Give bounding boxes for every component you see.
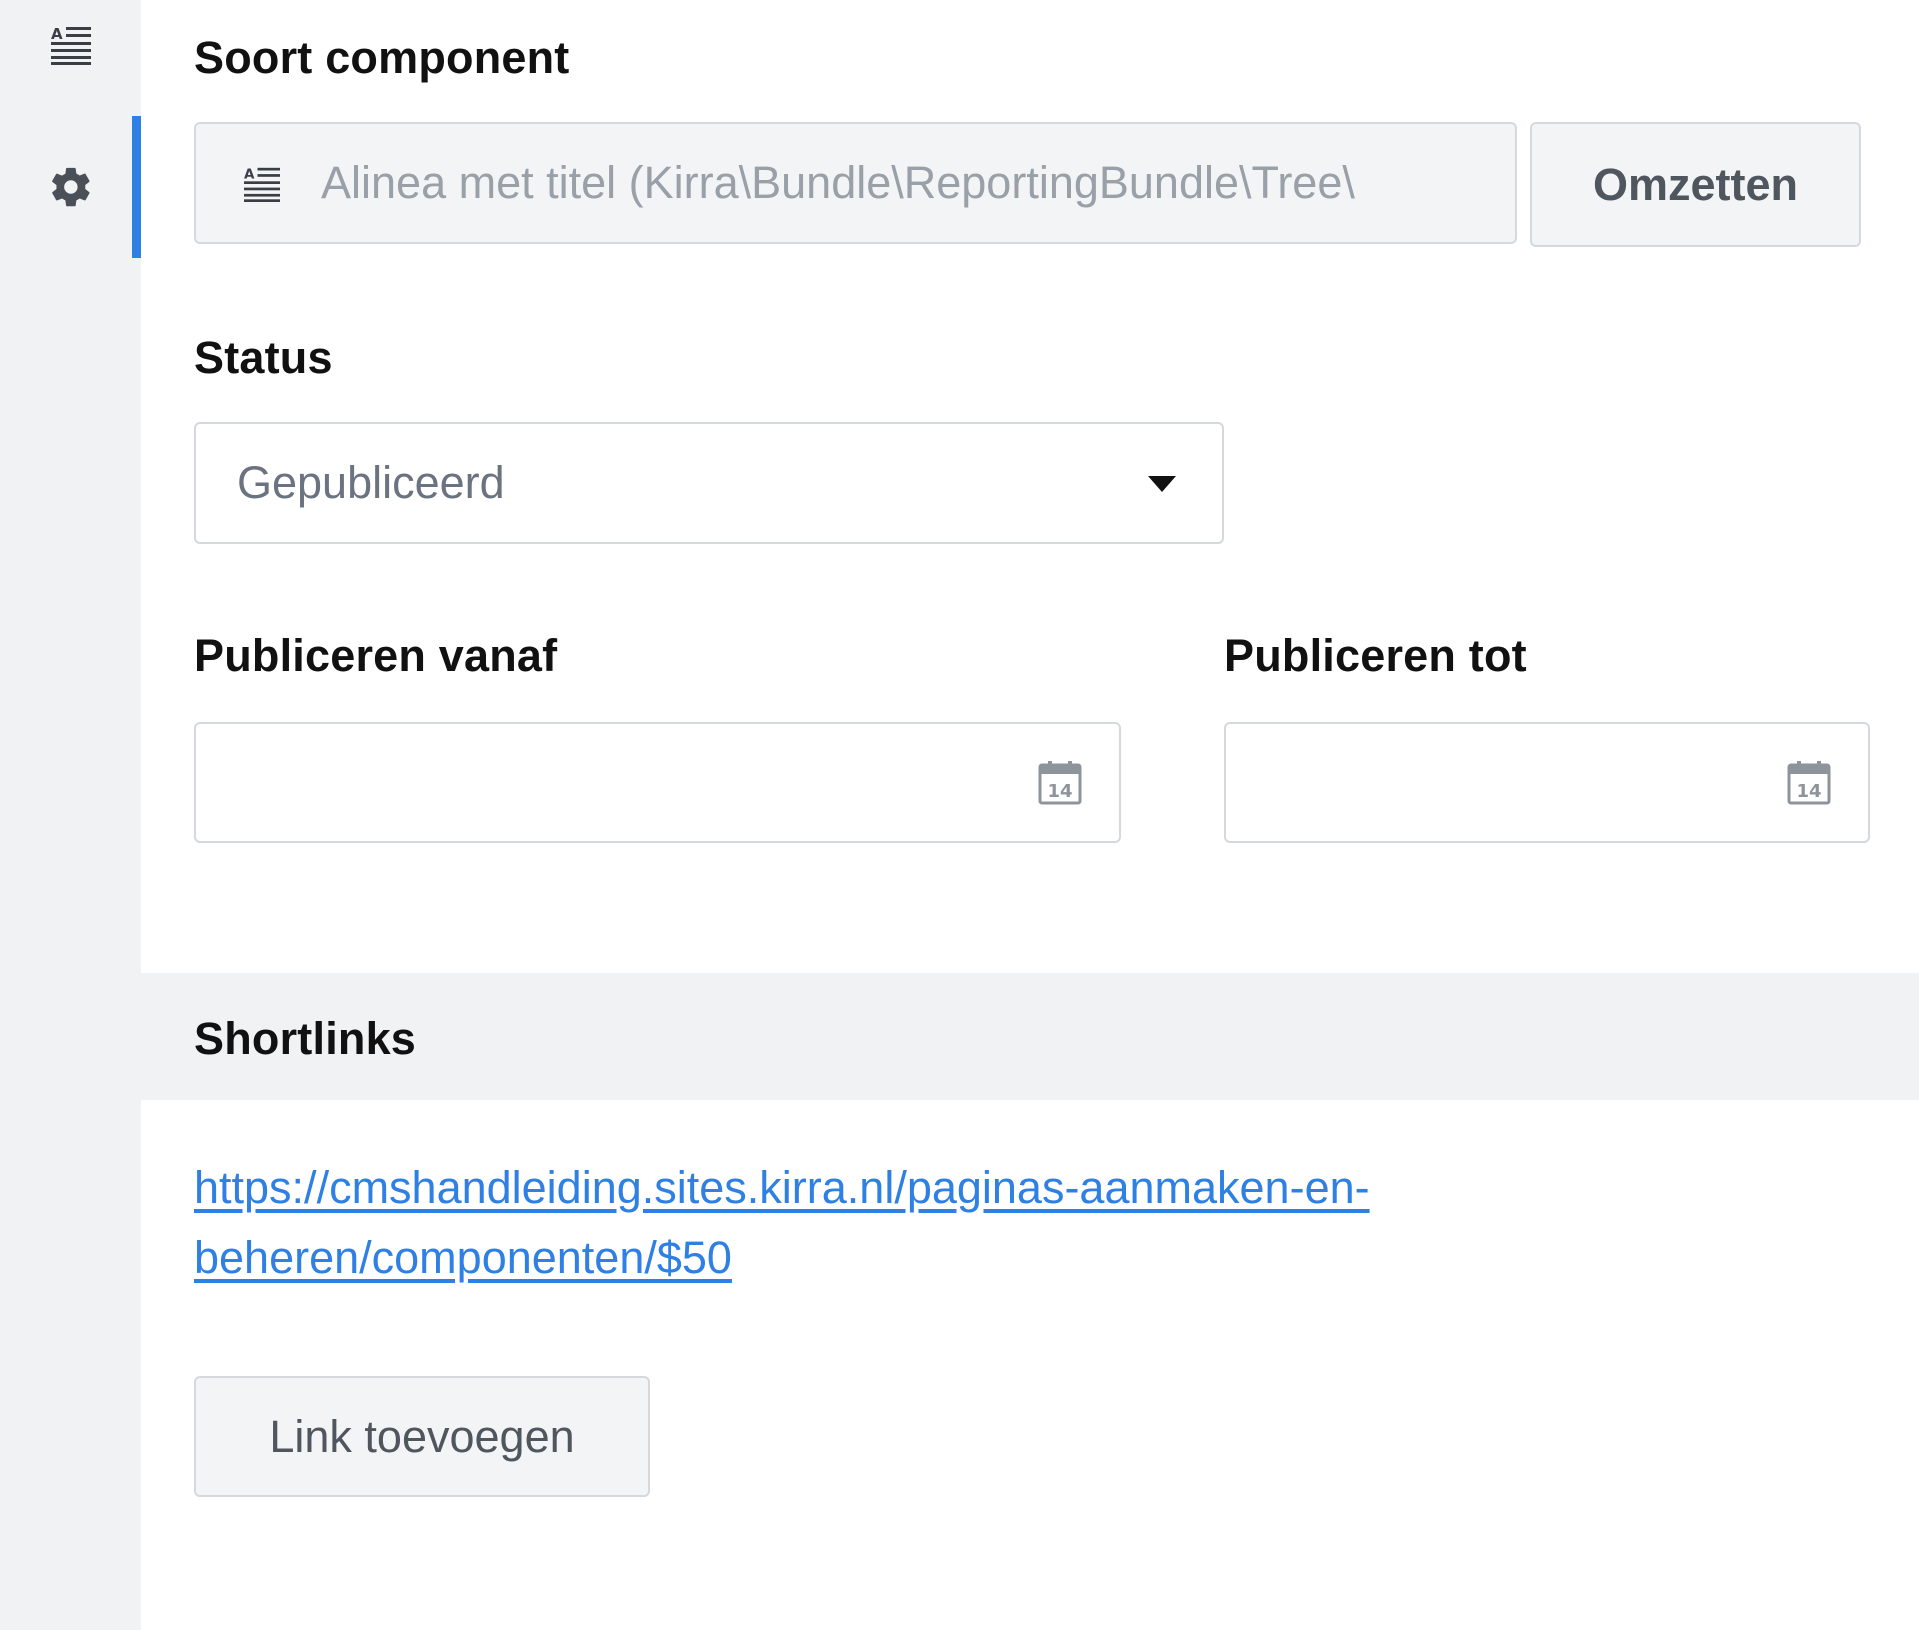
- shortlinks-header: Shortlinks: [141, 973, 1919, 1100]
- status-label: Status: [194, 332, 333, 383]
- publish-from-label: Publiceren vanaf: [194, 630, 558, 681]
- calendar-day-text: 14: [1047, 781, 1072, 802]
- publish-from-input[interactable]: 14: [194, 722, 1121, 843]
- component-type-label: Soort component: [194, 32, 570, 83]
- shortlinks-title: Shortlinks: [194, 1013, 417, 1064]
- svg-text:A: A: [244, 167, 255, 183]
- text-paragraph-icon: A: [242, 166, 282, 207]
- publish-until-label: Publiceren tot: [1224, 630, 1527, 681]
- shortlink-line-2: beheren/componenten/$50: [194, 1232, 732, 1283]
- gear-icon: [48, 164, 94, 210]
- calendar-icon[interactable]: 14: [1037, 760, 1083, 811]
- main-panel: Soort component A Alinea met titel (Kirr…: [141, 0, 1919, 1630]
- shortlink-line-1: https://cmshandleiding.sites.kirra.nl/pa…: [194, 1162, 1370, 1213]
- caret-down-icon: [1148, 476, 1176, 499]
- text-paragraph-icon: A: [49, 25, 93, 65]
- status-selected-value: Gepubliceerd: [237, 457, 505, 508]
- component-type-value: Alinea met titel (Kirra\Bundle\Reporting…: [321, 157, 1355, 208]
- calendar-day-text: 14: [1796, 781, 1821, 802]
- add-link-button[interactable]: Link toevoegen: [194, 1376, 650, 1497]
- sidebar-item-settings[interactable]: [0, 116, 141, 258]
- publish-until-input[interactable]: 14: [1224, 722, 1870, 843]
- component-type-field: A Alinea met titel (Kirra\Bundle\Reporti…: [194, 122, 1517, 244]
- calendar-icon[interactable]: 14: [1786, 760, 1832, 811]
- status-select[interactable]: Gepubliceerd: [194, 422, 1224, 544]
- shortlink[interactable]: https://cmshandleiding.sites.kirra.nl/pa…: [194, 1153, 1370, 1293]
- convert-button[interactable]: Omzetten: [1530, 122, 1861, 247]
- sidebar-item-content[interactable]: A: [0, 10, 141, 80]
- sidebar: A: [0, 0, 141, 1630]
- svg-text:A: A: [51, 25, 63, 43]
